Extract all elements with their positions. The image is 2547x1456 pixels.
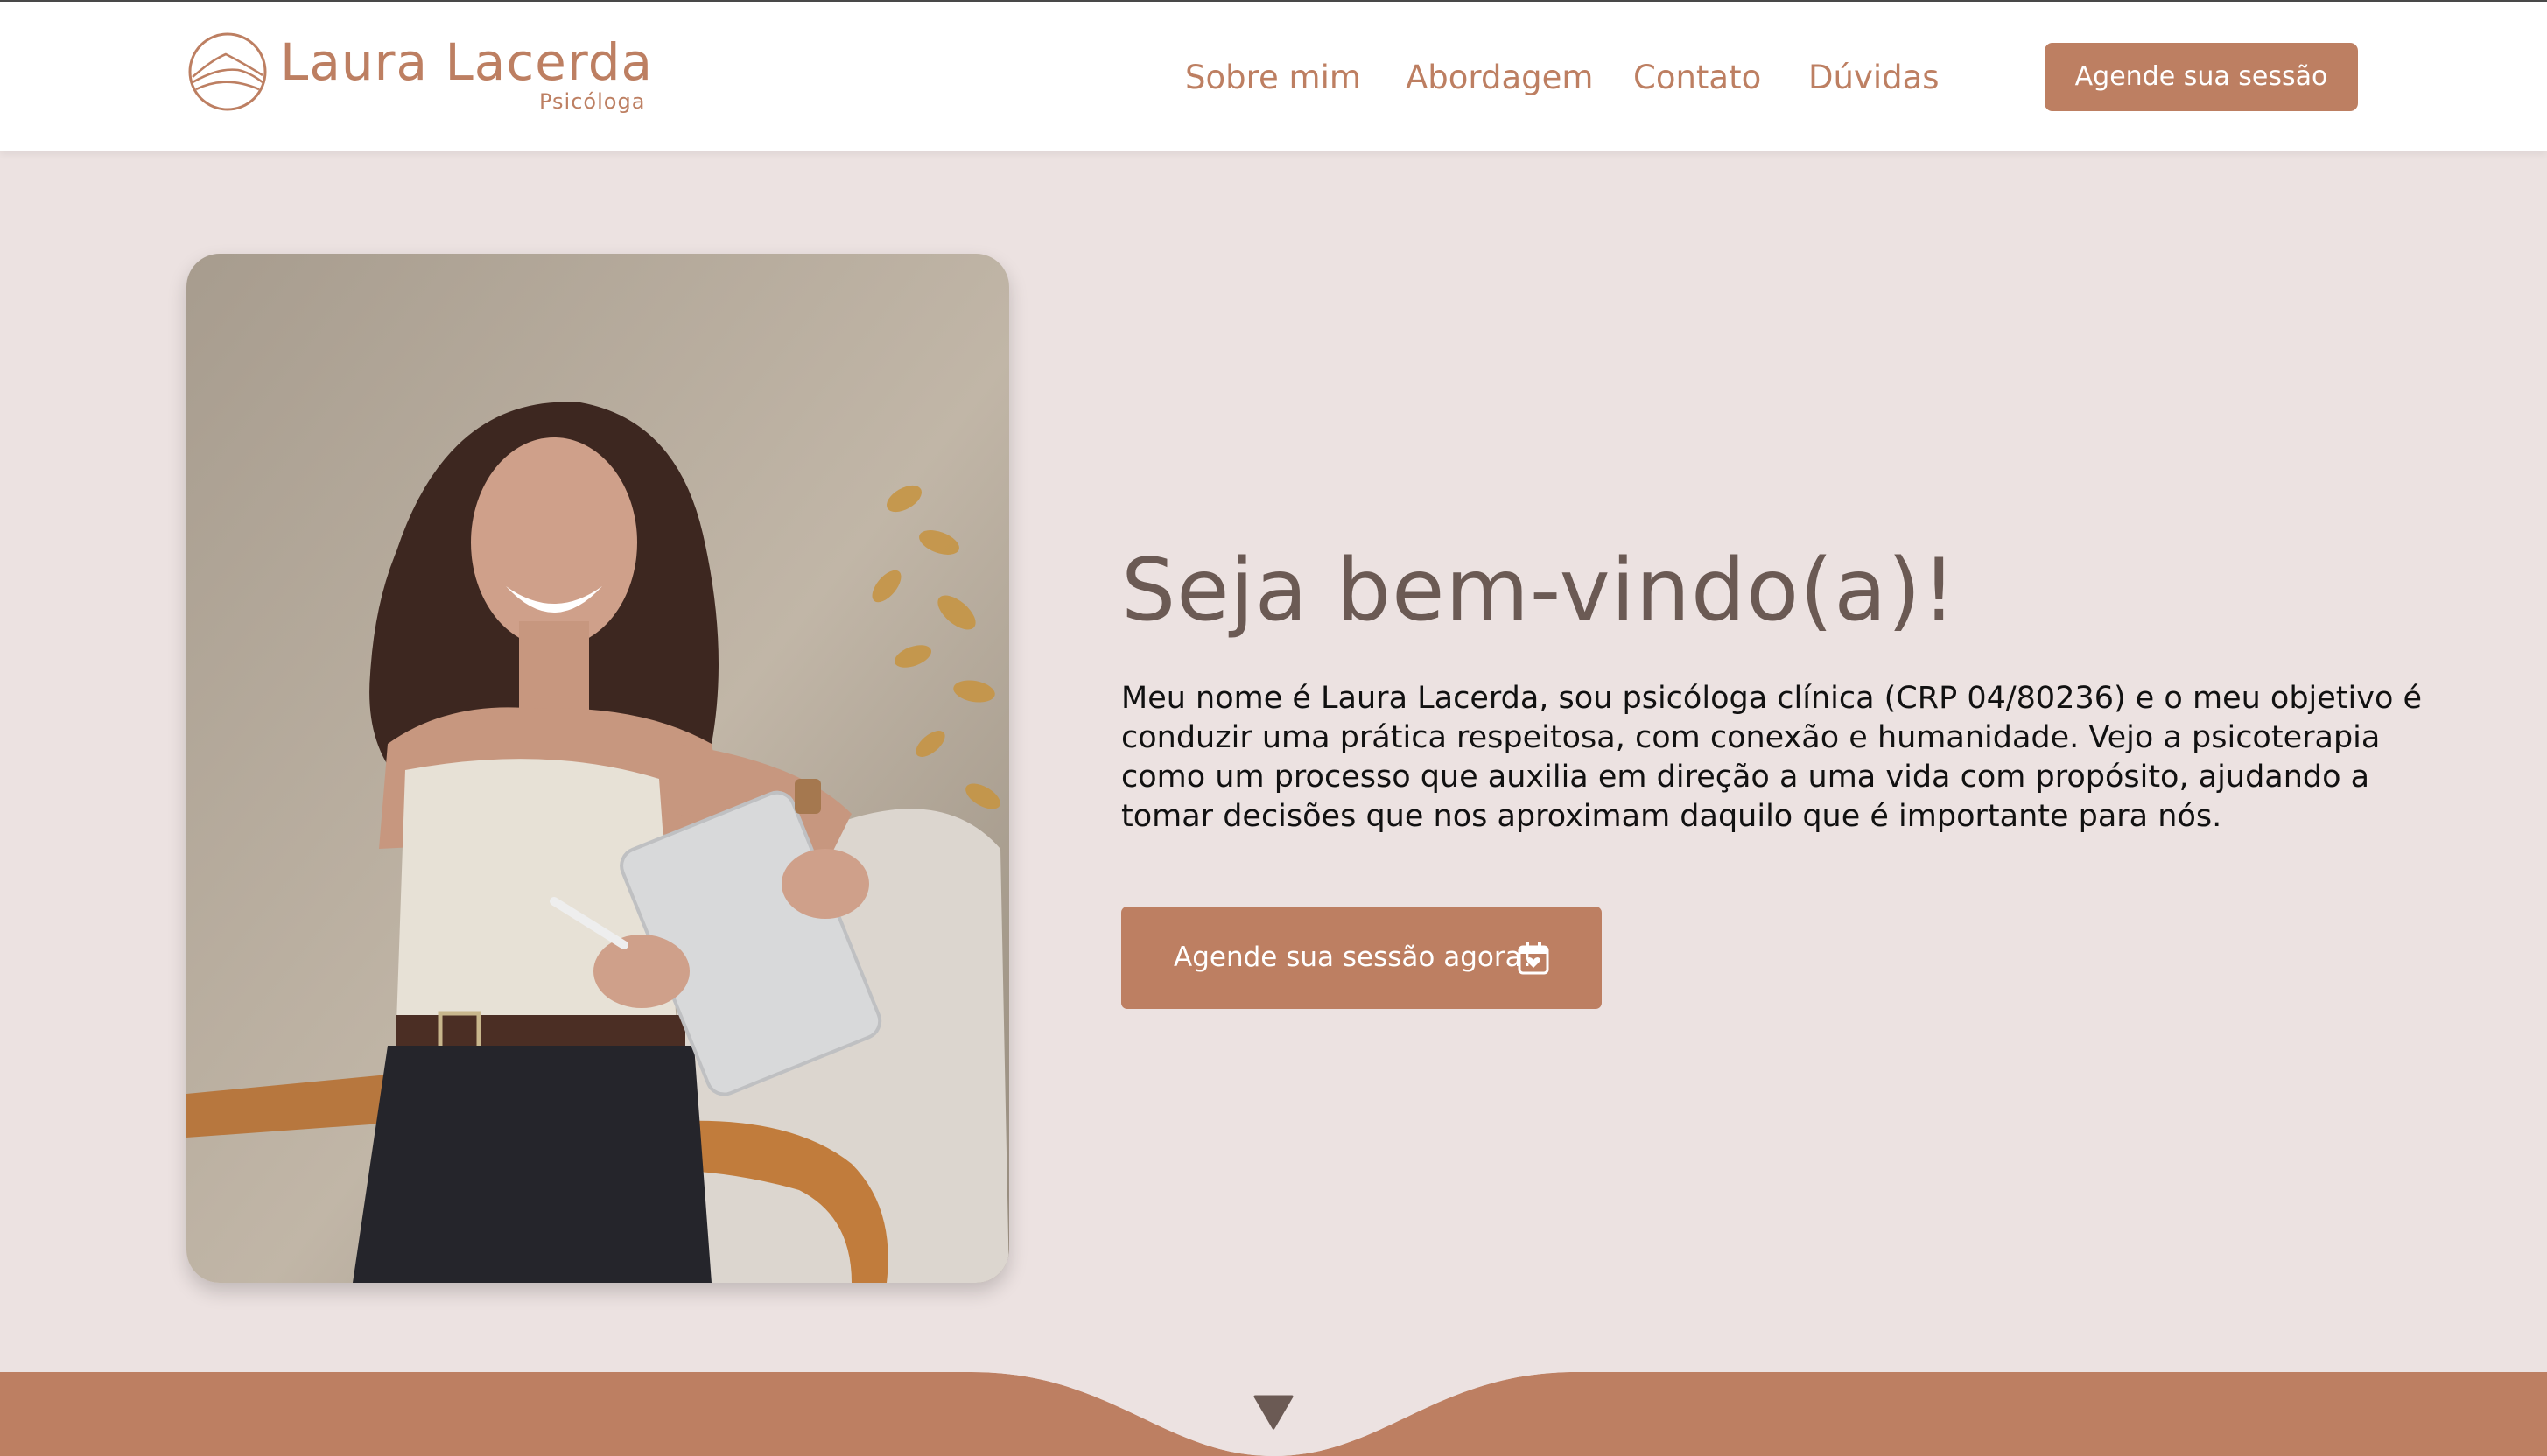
triangle-down-icon[interactable] [1253,1395,1294,1430]
header-schedule-button[interactable]: Agende sua sessão [2045,43,2358,111]
profile-photo [186,254,1009,1283]
calendar-heart-icon [1518,942,1549,975]
site-header: Laura Lacerda Psicóloga Sobre mim Aborda… [0,2,2547,151]
nav-link-abordagem[interactable]: Abordagem [1406,58,1593,98]
logo-name: Laura Lacerda [280,32,654,92]
nav-link-duvidas[interactable]: Dúvidas [1808,58,1940,98]
hero-schedule-button-label: Agende sua sessão agora! [1174,942,1533,973]
logo-subtitle: Psicóloga [539,89,646,114]
nav-link-contato[interactable]: Contato [1633,58,1761,98]
hero-schedule-button[interactable]: Agende sua sessão agora! [1121,906,1602,1009]
hero-title: Seja bem-vindo(a)! [1121,541,1957,640]
mountain-circle-logo-icon [188,32,267,111]
nav-link-sobre-mim[interactable]: Sobre mim [1185,58,1361,98]
hero-description: Meu nome é Laura Lacerda, sou psicóloga … [1121,681,2423,834]
